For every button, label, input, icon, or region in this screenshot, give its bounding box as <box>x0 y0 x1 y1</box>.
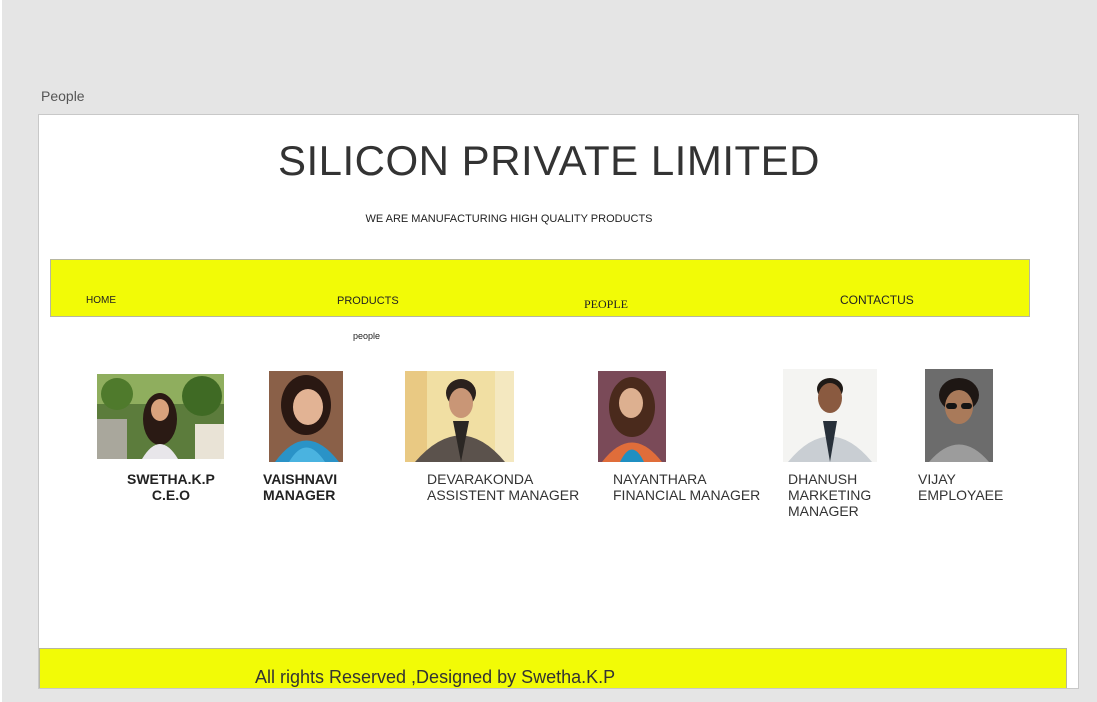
footer-text: All rights Reserved ,Designed by Swetha.… <box>255 667 616 687</box>
person-name: VAISHNAVI <box>263 471 338 487</box>
person-card-vaishnavi: VAISHNAVI MANAGER <box>263 471 337 503</box>
person-photo-devarakonda <box>405 371 514 462</box>
person-role: FINANCIAL MANAGER <box>613 487 761 503</box>
person-photo-nayanthara <box>598 371 666 462</box>
window-edge <box>0 0 2 702</box>
person-card-nayanthara: NAYANTHARA FINANCIAL MANAGER <box>613 471 760 503</box>
nav-contact-link[interactable]: CONTACTUS <box>840 293 914 307</box>
section-label: people <box>353 331 381 341</box>
person-card-devarakonda: DEVARAKONDA ASSISTENT MANAGER <box>427 471 579 503</box>
person-photo-vijay <box>925 369 993 462</box>
person-name: NAYANTHARA <box>613 471 707 487</box>
person-name: DEVARAKONDA <box>427 471 534 487</box>
person-role-line1: MARKETING <box>788 487 872 503</box>
nav-people-link[interactable]: PEOPLE <box>584 297 628 312</box>
company-tagline: WE ARE MANUFACTURING HIGH QUALITY PRODUC… <box>365 213 653 225</box>
nav-products-link[interactable]: PRODUCTS <box>337 295 399 307</box>
person-card-dhanush: DHANUSH MARKETING MANAGER <box>788 471 871 519</box>
person-name: SWETHA.K.P <box>127 471 215 487</box>
nav-bar: HOME PRODUCTS PEOPLE CONTACTUS <box>50 259 1030 317</box>
person-role: MANAGER <box>263 487 336 503</box>
person-photo-swetha <box>97 374 224 459</box>
person-name: VIJAY <box>918 471 956 487</box>
person-photo-dhanush <box>783 369 877 462</box>
person-photo-vaishnavi <box>269 371 343 462</box>
person-role: ASSISTENT MANAGER <box>427 487 580 503</box>
person-role-line2: MANAGER <box>788 503 859 519</box>
person-card-swetha: SWETHA.K.P C.E.O <box>127 471 215 503</box>
person-card-vijay: VIJAY EMPLOYAEE <box>918 471 1003 503</box>
person-name: DHANUSH <box>788 471 858 487</box>
page-tab-title: People <box>41 88 85 104</box>
company-title: SILICON PRIVATE LIMITED <box>277 137 821 184</box>
nav-home-link[interactable]: HOME <box>86 295 116 306</box>
person-role: EMPLOYAEE <box>918 487 1004 503</box>
person-role: C.E.O <box>151 487 190 503</box>
footer-bar: All rights Reserved ,Designed by Swetha.… <box>39 648 1067 688</box>
page-frame: SILICON PRIVATE LIMITED WE ARE MANUFACTU… <box>38 114 1079 689</box>
